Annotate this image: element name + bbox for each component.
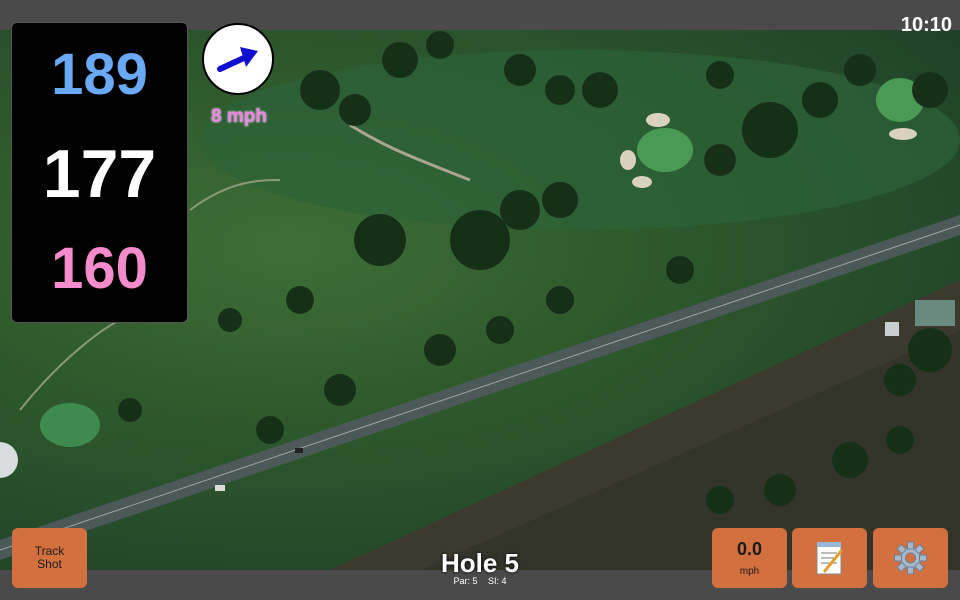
- notepad-icon: [816, 542, 844, 575]
- scorecard-notes-button[interactable]: [792, 528, 867, 588]
- green: [637, 128, 693, 172]
- wind-arrow-icon: [217, 47, 258, 72]
- water-tank: [0, 442, 18, 478]
- clock: 10:10: [900, 14, 952, 36]
- bunker: [889, 128, 917, 140]
- gear-icon: [894, 541, 927, 575]
- bunker: [632, 176, 652, 188]
- bunker: [620, 150, 636, 170]
- middle-distance: 177: [42, 136, 157, 212]
- building: [885, 322, 899, 336]
- car: [295, 448, 303, 453]
- cart-path: [19, 319, 121, 411]
- building: [915, 300, 955, 326]
- speed-unit: mph: [739, 566, 760, 577]
- hole-info: Par: 5 SI: 4: [380, 576, 580, 586]
- car: [215, 485, 225, 491]
- hole-par: Par: 5: [453, 576, 478, 586]
- wind-speed: 8 mph: [211, 106, 267, 127]
- back-distance: 189: [51, 42, 148, 107]
- settings-button[interactable]: [873, 528, 948, 588]
- track-shot-button[interactable]: Track Shot: [12, 528, 87, 588]
- hole-stroke-index: SI: 4: [488, 576, 507, 586]
- hole-title: Hole 5: [440, 548, 520, 578]
- distance-panel: 189 177 160: [11, 22, 188, 323]
- track-shot-label-line2: Shot: [37, 557, 62, 571]
- speed-button[interactable]: 0.0 mph: [712, 528, 787, 588]
- speed-value: 0.0: [736, 539, 763, 559]
- green: [40, 403, 100, 447]
- wind-indicator[interactable]: [202, 23, 274, 95]
- front-distance: 160: [51, 236, 148, 301]
- bunker: [646, 113, 670, 127]
